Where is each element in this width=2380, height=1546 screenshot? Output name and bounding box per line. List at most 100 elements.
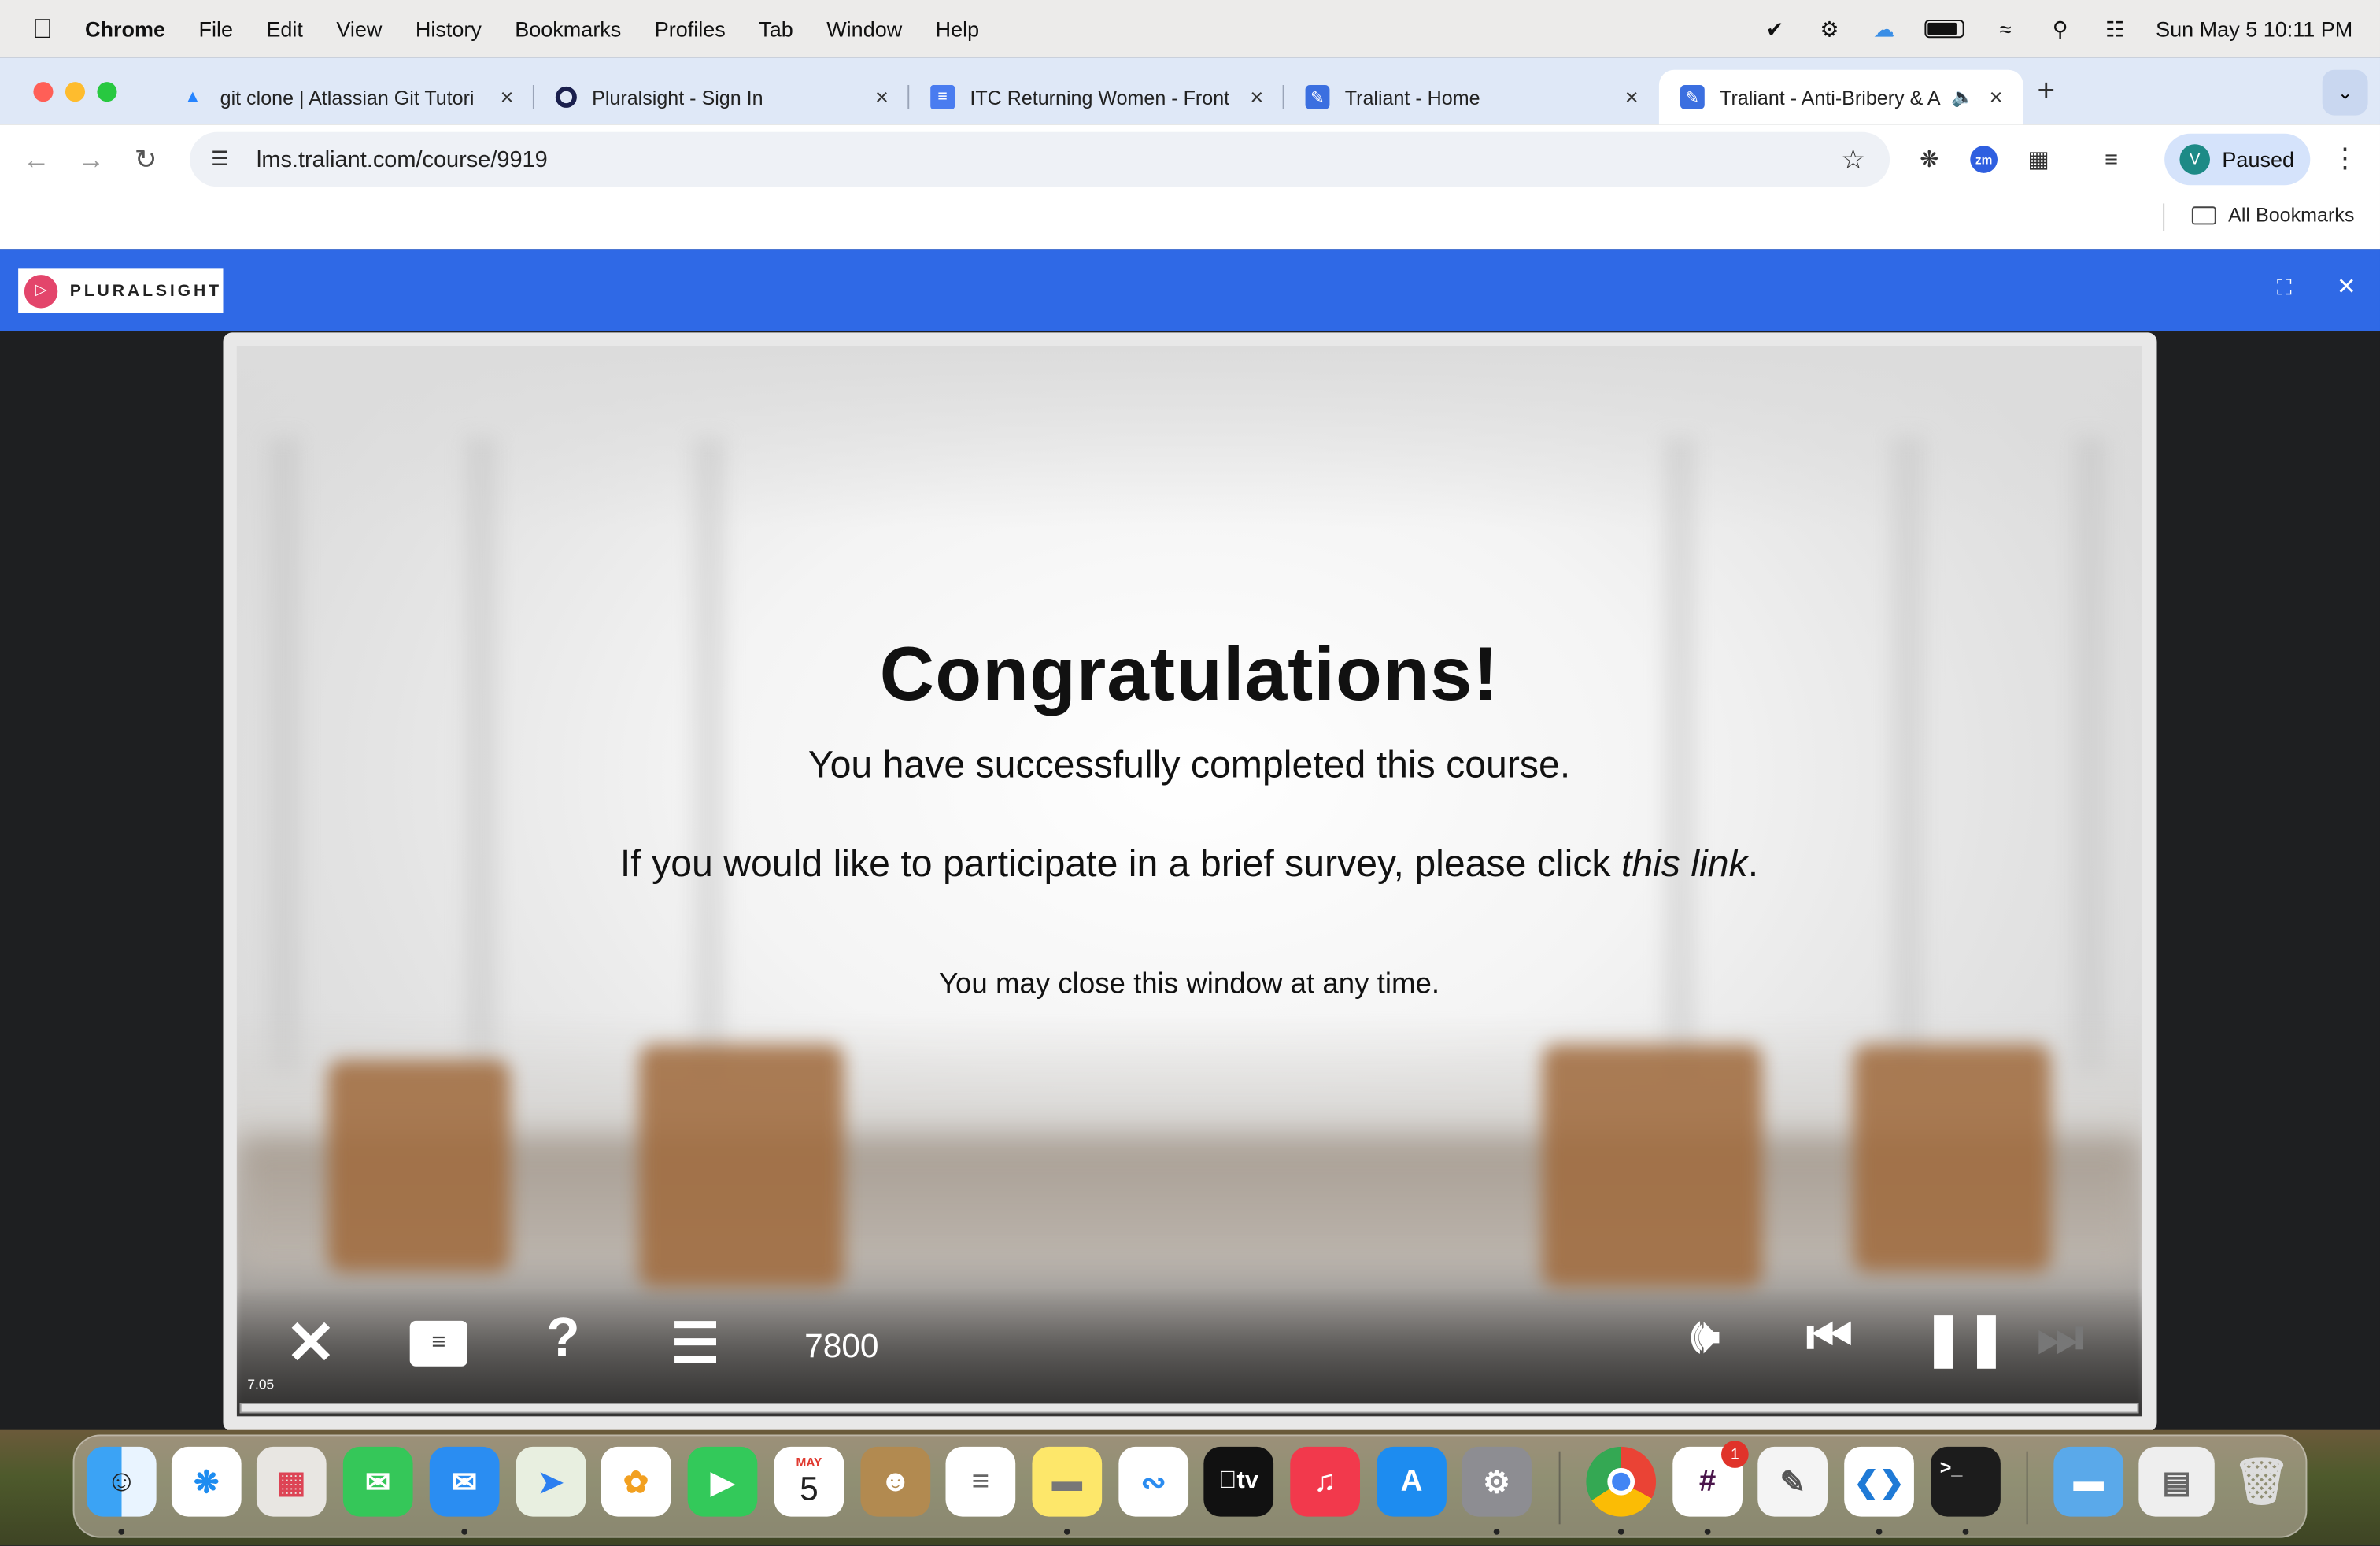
close-tab-icon[interactable]: ×	[870, 84, 894, 110]
next-slide-icon[interactable]: ⏭	[2037, 1308, 2083, 1367]
bookmarks-bar: All Bookmarks	[0, 194, 2380, 250]
chrome-icon[interactable]	[1586, 1446, 1657, 1517]
all-bookmarks-button[interactable]: All Bookmarks	[2191, 203, 2354, 226]
downloads-folder-icon[interactable]: ▬	[2053, 1446, 2124, 1517]
photos-icon[interactable]: ✿	[601, 1446, 671, 1517]
menu-profiles[interactable]: Profiles	[655, 17, 726, 41]
facetime-icon[interactable]: ▶	[687, 1446, 758, 1517]
textedit-icon[interactable]: ✎	[1757, 1446, 1828, 1517]
menubar-clock[interactable]: Sun May 5 10:11 PM	[2156, 17, 2352, 41]
close-tab-icon[interactable]: ×	[1244, 84, 1269, 110]
reading-list-icon[interactable]: ≡	[2094, 142, 2127, 176]
freeform-icon[interactable]: ∾	[1118, 1446, 1189, 1517]
close-window-message: You may close this window at any time.	[938, 968, 1440, 1000]
zoom-window-button[interactable]	[97, 81, 117, 102]
minimize-window-button[interactable]	[65, 81, 85, 102]
terminal-icon[interactable]: >_	[1931, 1446, 2001, 1517]
check-circle-icon[interactable]: ✔	[1761, 16, 1789, 41]
profile-button[interactable]: V Paused	[2164, 133, 2311, 186]
pluralsight-wordmark: PLURALSIGHT	[69, 281, 223, 300]
spotlight-search-icon[interactable]: ⚲	[2046, 16, 2074, 41]
close-course-icon[interactable]: ×	[2338, 270, 2356, 305]
control-center-icon[interactable]: ☷	[2101, 16, 2129, 41]
app-store-icon[interactable]: A	[1377, 1446, 1447, 1517]
player-controls: ✕ ≡ ? ☰ 7800 🕪 ⏮ ❚❚ ⏭ 7.05	[236, 1287, 2142, 1417]
menu-view[interactable]: View	[336, 17, 382, 41]
tab-traliant-home[interactable]: ✎ Traliant - Home ×	[1284, 70, 1659, 124]
apple-menu-icon[interactable]: 	[0, 13, 85, 44]
tab-traliant-anti-bribery[interactable]: ✎ Traliant - Anti-Bribery & A 🔈 ×	[1658, 69, 2023, 125]
menu-bookmarks[interactable]: Bookmarks	[515, 17, 621, 41]
address-bar[interactable]: ☰ lms.traliant.com/course/9919 ☆	[190, 131, 1890, 187]
music-icon[interactable]: ♫	[1290, 1446, 1360, 1517]
close-tab-icon[interactable]: ×	[495, 84, 519, 110]
gear-status-icon[interactable]: ⚙	[1816, 16, 1843, 41]
cloud-icon[interactable]: ☁	[1871, 16, 1898, 41]
maps-icon[interactable]: ➤	[516, 1446, 586, 1517]
menu-window[interactable]: Window	[826, 17, 902, 41]
menu-edit[interactable]: Edit	[266, 17, 303, 41]
trash-icon[interactable]: 🗑	[2227, 1447, 2297, 1517]
slide-title: Congratulations!	[879, 631, 1499, 717]
tab-itc-returning-women[interactable]: ≡ ITC Returning Women - Front ×	[909, 70, 1284, 124]
help-question-icon[interactable]: ?	[546, 1306, 579, 1370]
reminders-icon[interactable]: ≡	[945, 1446, 1016, 1517]
folder-icon	[2191, 205, 2216, 224]
survey-message: If you would like to participate in a br…	[237, 842, 2142, 886]
safari-icon[interactable]: ❋	[171, 1446, 242, 1517]
mail-icon[interactable]: ✉	[429, 1446, 500, 1517]
zoom-extension-icon[interactable]: zm	[1970, 146, 1998, 173]
menu-hamburger-icon[interactable]: ☰	[671, 1311, 719, 1375]
calendar-icon[interactable]: MAY 5	[774, 1446, 844, 1517]
menu-app-chrome[interactable]: Chrome	[85, 17, 165, 41]
chrome-menu-icon[interactable]: ⋮	[2331, 142, 2359, 174]
tab-git-clone[interactable]: ▲ git clone | Atlassian Git Tutori ×	[159, 70, 534, 124]
pause-icon[interactable]: ❚❚	[1922, 1308, 2009, 1369]
recent-documents-icon[interactable]: ▤	[2138, 1446, 2215, 1517]
transcript-bubble-icon[interactable]: ≡	[409, 1320, 468, 1367]
reload-icon[interactable]: ↻	[118, 143, 172, 175]
finder-icon[interactable]: ☺	[86, 1446, 157, 1517]
menu-file[interactable]: File	[198, 17, 233, 41]
back-arrow-icon[interactable]: ←	[9, 143, 64, 175]
contacts-icon[interactable]: ☻	[860, 1446, 931, 1517]
completion-message: You have successfully completed this cou…	[808, 743, 1571, 786]
site-info-icon[interactable]: ☰	[211, 147, 242, 172]
close-tab-icon[interactable]: ×	[1620, 84, 1644, 110]
close-window-button[interactable]	[33, 81, 54, 102]
volume-icon[interactable]: 🕪	[1691, 1311, 1719, 1363]
battery-icon[interactable]	[1924, 20, 1965, 39]
exit-course-icon[interactable]: ✕	[286, 1308, 337, 1378]
tab-pluralsight-sign-in[interactable]: Pluralsight - Sign In ×	[534, 70, 910, 124]
menu-tab[interactable]: Tab	[759, 17, 793, 41]
traliant-icon: ✎	[1680, 84, 1705, 109]
bookmark-star-icon[interactable]: ☆	[1841, 144, 1865, 176]
appletv-icon[interactable]: tv	[1203, 1446, 1274, 1517]
notes-icon[interactable]: ▬	[1032, 1446, 1103, 1517]
vscode-icon[interactable]: ❮❯	[1844, 1446, 1914, 1517]
extensions-area: ❋ zm ▦ ≡	[1913, 124, 2128, 194]
previous-slide-icon[interactable]: ⏮	[1806, 1308, 1853, 1367]
speaker-icon[interactable]: 🔈	[1950, 87, 1975, 108]
system-settings-icon[interactable]: ⚙	[1462, 1446, 1532, 1517]
forward-arrow-icon[interactable]: →	[64, 143, 118, 175]
background-ceiling	[236, 346, 2142, 529]
messages-icon[interactable]: ✉	[342, 1446, 413, 1517]
pluralsight-header: ▷ PLURALSIGHT ⛶ ×	[0, 249, 2380, 331]
pluralsight-logo[interactable]: ▷ PLURALSIGHT	[18, 268, 224, 313]
tab-search-chevron-icon[interactable]: ⌄	[2322, 69, 2368, 116]
extensions-puzzle-icon[interactable]: ▦	[2022, 142, 2055, 176]
menu-help[interactable]: Help	[936, 17, 980, 41]
close-tab-icon[interactable]: ×	[1984, 84, 2009, 110]
survey-link[interactable]: this link	[1621, 842, 1748, 885]
tab-title: ITC Returning Women - Front	[970, 85, 1230, 109]
fullscreen-icon[interactable]: ⛶	[2277, 275, 2308, 305]
menu-history[interactable]: History	[416, 17, 482, 41]
wifi-icon[interactable]: ≈	[1992, 17, 2020, 41]
launchpad-icon[interactable]: ▦	[256, 1446, 327, 1517]
slack-icon[interactable]: # 1	[1672, 1441, 1749, 1517]
progress-bar[interactable]	[239, 1402, 2139, 1414]
url-text[interactable]: lms.traliant.com/course/9919	[257, 146, 548, 172]
new-tab-button[interactable]: +	[2023, 74, 2069, 109]
extension-gear-icon[interactable]: ❋	[1913, 142, 1946, 176]
